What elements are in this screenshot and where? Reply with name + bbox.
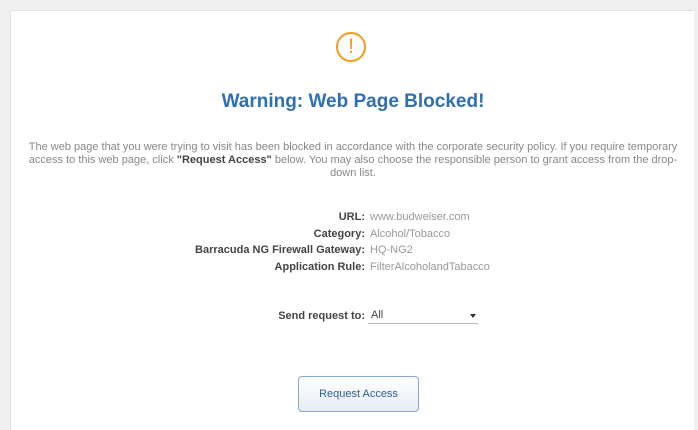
gateway-value: HQ-NG2 bbox=[370, 244, 413, 256]
request-access-button[interactable]: Request Access bbox=[298, 376, 419, 412]
url-label: URL: bbox=[338, 211, 365, 223]
block-message-emphasis: "Request Access" bbox=[176, 154, 272, 166]
detail-row-url: URL: www.budweiser.com bbox=[11, 209, 695, 226]
block-message-text-end: below. You may also choose the responsib… bbox=[271, 154, 678, 179]
category-label: Category: bbox=[313, 227, 365, 240]
block-details: URL: www.budweiser.com Category: Alcohol… bbox=[11, 209, 695, 275]
detail-row-gateway: Barracuda NG Firewall Gateway: HQ-NG2 bbox=[11, 242, 695, 259]
page-title: Warning: Web Page Blocked! bbox=[221, 91, 485, 112]
detail-row-category: Category: Alcohol/Tobacco bbox=[11, 226, 695, 243]
send-request-selected: All bbox=[371, 309, 384, 321]
detail-row-rule: Application Rule: FilterAlcoholandTabacc… bbox=[11, 259, 695, 276]
rule-label: Application Rule: bbox=[274, 260, 365, 273]
exclamation-circle-icon: ! bbox=[336, 32, 366, 62]
gateway-label: Barracuda NG Firewall Gateway: bbox=[195, 244, 365, 256]
url-value: www.budweiser.com bbox=[370, 211, 470, 223]
blocked-page-panel: ! Warning: Web Page Blocked! The web pag… bbox=[10, 10, 694, 430]
block-message: The web page that you were trying to vis… bbox=[25, 141, 681, 180]
category-value: Alcohol/Tobacco bbox=[370, 227, 451, 240]
chevron-down-icon bbox=[470, 314, 476, 318]
send-request-label: Send request to: bbox=[278, 310, 365, 322]
rule-value: FilterAlcoholandTabacco bbox=[370, 260, 490, 273]
send-request-row: Send request to: All bbox=[11, 306, 695, 330]
send-request-select[interactable]: All bbox=[368, 308, 478, 324]
